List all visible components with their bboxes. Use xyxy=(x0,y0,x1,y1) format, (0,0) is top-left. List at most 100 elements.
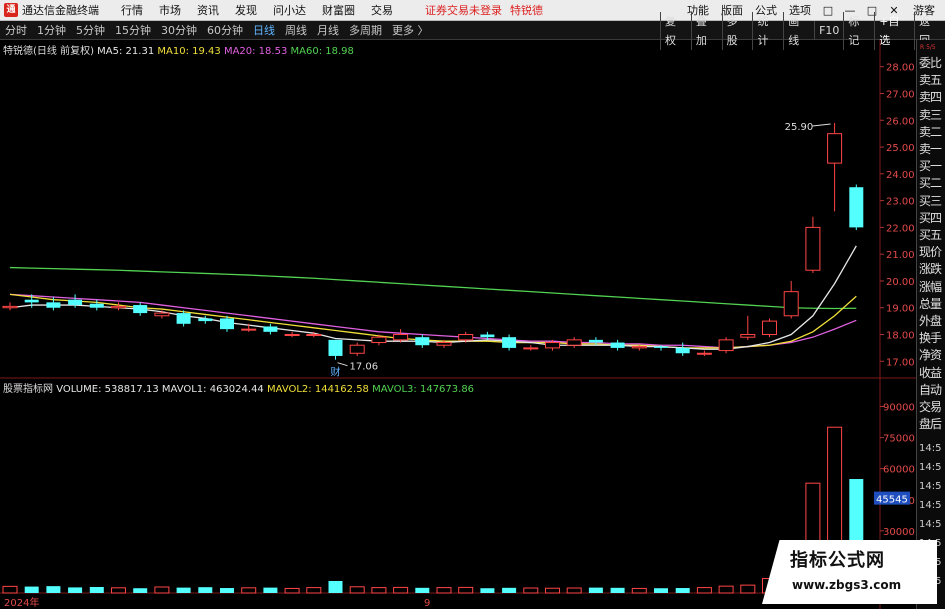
candle-body-up xyxy=(827,133,843,164)
time-axis-year: 2024年 xyxy=(4,596,39,609)
period-5min[interactable]: 5分钟 xyxy=(71,22,110,38)
candle-body-up xyxy=(284,334,300,337)
volume-bar-down xyxy=(502,587,517,593)
price-tick-label: 23.00 xyxy=(886,197,915,208)
period-15min[interactable]: 15分钟 xyxy=(110,22,156,38)
sidebar-item[interactable]: 现价 xyxy=(919,244,945,261)
volume-bar-up xyxy=(740,584,756,594)
candle-body-down xyxy=(610,342,625,348)
candle-body-up xyxy=(718,339,734,352)
login-notice: 证券交易未登录 特锐德 xyxy=(425,2,543,18)
sidebar-item[interactable]: 涨跌 xyxy=(919,261,945,278)
sidebar-item[interactable]: 外盘 xyxy=(919,313,945,330)
sidebar-time: 14:5 xyxy=(919,500,942,511)
sidebar-item[interactable]: 买一 xyxy=(919,158,945,175)
high-price-label: 25.90 xyxy=(785,122,814,133)
period-1min[interactable]: 1分钟 xyxy=(32,22,71,38)
candle-body-down xyxy=(415,337,430,346)
sidebar-header: R 5/5 xyxy=(920,44,936,51)
sidebar-item[interactable]: 卖四 xyxy=(919,89,945,106)
sidebar-item[interactable]: 卖三 xyxy=(919,107,945,124)
volume-tick-label: 30000 xyxy=(883,527,915,538)
candle-body-up xyxy=(2,305,18,309)
sidebar-item[interactable]: 总量 xyxy=(919,296,945,313)
menu-caifuquan[interactable]: 财富圈 xyxy=(314,2,363,18)
sidebar-item[interactable]: 买四 xyxy=(919,210,945,227)
restore-icon[interactable]: □ xyxy=(817,4,839,17)
mavol2-value: MAVOL2: 144162.58 xyxy=(267,384,369,395)
period-more[interactable]: 更多 〉 xyxy=(387,22,434,38)
sidebar-item[interactable]: 净资 xyxy=(919,347,945,364)
period-30min[interactable]: 30分钟 xyxy=(156,22,202,38)
quote-sidebar: R 5/5 委比 卖五 卖四 卖三 卖二 卖一 买一 买二 买三 买四 买五 现价 涨跌 涨幅 总量 外盘 换手净… xyxy=(916,40,945,609)
menu-hangqing[interactable]: 行情 xyxy=(113,2,151,18)
candle-body-up xyxy=(306,334,322,337)
period-60min[interactable]: 60分钟 xyxy=(202,22,248,38)
candle-body-up xyxy=(631,346,647,349)
menu-zixun[interactable]: 资讯 xyxy=(189,2,227,18)
volume-bar-down xyxy=(654,588,668,593)
menu-jiaoyi[interactable]: 交易 xyxy=(363,2,401,18)
menu-shichang[interactable]: 市场 xyxy=(151,2,189,18)
candle-body-up xyxy=(393,334,409,341)
tool-f10[interactable]: F10 xyxy=(814,21,843,40)
candle-body-up xyxy=(762,320,777,336)
volume-indicator-name: 股票指标网 xyxy=(3,384,53,395)
candle-body-up xyxy=(154,312,170,317)
period-fenshi[interactable]: 分时 xyxy=(0,22,32,38)
sidebar-time: 14:5 xyxy=(919,519,942,530)
volume-bar-down xyxy=(263,587,278,593)
time-axis-month: 9 xyxy=(424,598,430,609)
volume-bar-up xyxy=(111,587,126,594)
volume-bar-up xyxy=(393,586,409,594)
volume-bar-down xyxy=(68,587,83,593)
volume-bar-up xyxy=(545,587,560,594)
volume-bar-up xyxy=(718,585,734,594)
menu-wenxiaoda[interactable]: 问小达 xyxy=(265,2,314,18)
volume-bar-up xyxy=(306,587,322,594)
volume-bar-up xyxy=(631,587,647,594)
price-tick-label: 27.00 xyxy=(886,89,915,100)
volume-bar-up xyxy=(284,587,300,594)
low-marker-line xyxy=(337,362,348,367)
watermark-title: 指标公式网 xyxy=(790,550,885,571)
sidebar-item[interactable]: 盘后 xyxy=(919,416,945,433)
ma5-value: MA5: 21.31 xyxy=(97,46,155,57)
candle-body-down xyxy=(198,318,213,322)
period-daily[interactable]: 日线 xyxy=(248,22,280,38)
candle-body-up xyxy=(545,342,560,349)
price-tick-label: 25.00 xyxy=(886,143,915,154)
period-monthly[interactable]: 月线 xyxy=(312,22,344,38)
sidebar-item[interactable]: 换手 xyxy=(919,330,945,347)
volume-info-bar: 股票指标网 VOLUME: 538817.13 MAVOL1: 463024.4… xyxy=(3,380,474,395)
candle-body-down xyxy=(24,299,39,303)
sidebar-item[interactable]: 卖二 xyxy=(919,124,945,141)
sidebar-item[interactable]: 收益 xyxy=(919,365,945,382)
volume-tick-label: 75000 xyxy=(883,434,915,445)
sidebar-time: 14:5 xyxy=(919,443,942,454)
candle-body-down xyxy=(675,347,690,354)
price-tick-label: 21.00 xyxy=(886,250,915,261)
sidebar-item[interactable]: 卖一 xyxy=(919,141,945,158)
sidebar-item[interactable]: 买五 xyxy=(919,227,945,244)
candle-body-down xyxy=(176,313,191,324)
candle-body-down xyxy=(480,334,495,338)
volume-bar-up xyxy=(566,587,582,594)
volume-bar-up xyxy=(154,586,170,594)
period-weekly[interactable]: 周线 xyxy=(280,22,312,38)
sidebar-item[interactable]: 交易 xyxy=(919,399,945,416)
sidebar-item[interactable]: 卖五 xyxy=(919,72,945,89)
sidebar-item[interactable]: 涨幅 xyxy=(919,279,945,296)
sidebar-item[interactable]: 委比 xyxy=(919,55,945,72)
sidebar-item[interactable]: 买二 xyxy=(919,175,945,192)
sidebar-item[interactable]: 自动 xyxy=(919,382,945,399)
ma60-value: MA60: 18.98 xyxy=(290,46,354,57)
candle-body-down xyxy=(328,339,343,356)
period-multi[interactable]: 多周期 xyxy=(344,22,387,38)
candle-body-up xyxy=(371,336,387,344)
sidebar-item[interactable]: 买三 xyxy=(919,193,945,210)
price-tick-label: 26.00 xyxy=(886,116,915,127)
chart-canvas[interactable]: 28.00 27.00 26.00 25.00 24.00 23.00 22.00 21.00… xyxy=(0,40,916,609)
kline-chart[interactable]: 28.00 27.00 26.00 25.00 24.00 23.00 22.00 21.00… xyxy=(0,40,916,609)
menu-faxian[interactable]: 发现 xyxy=(227,2,265,18)
